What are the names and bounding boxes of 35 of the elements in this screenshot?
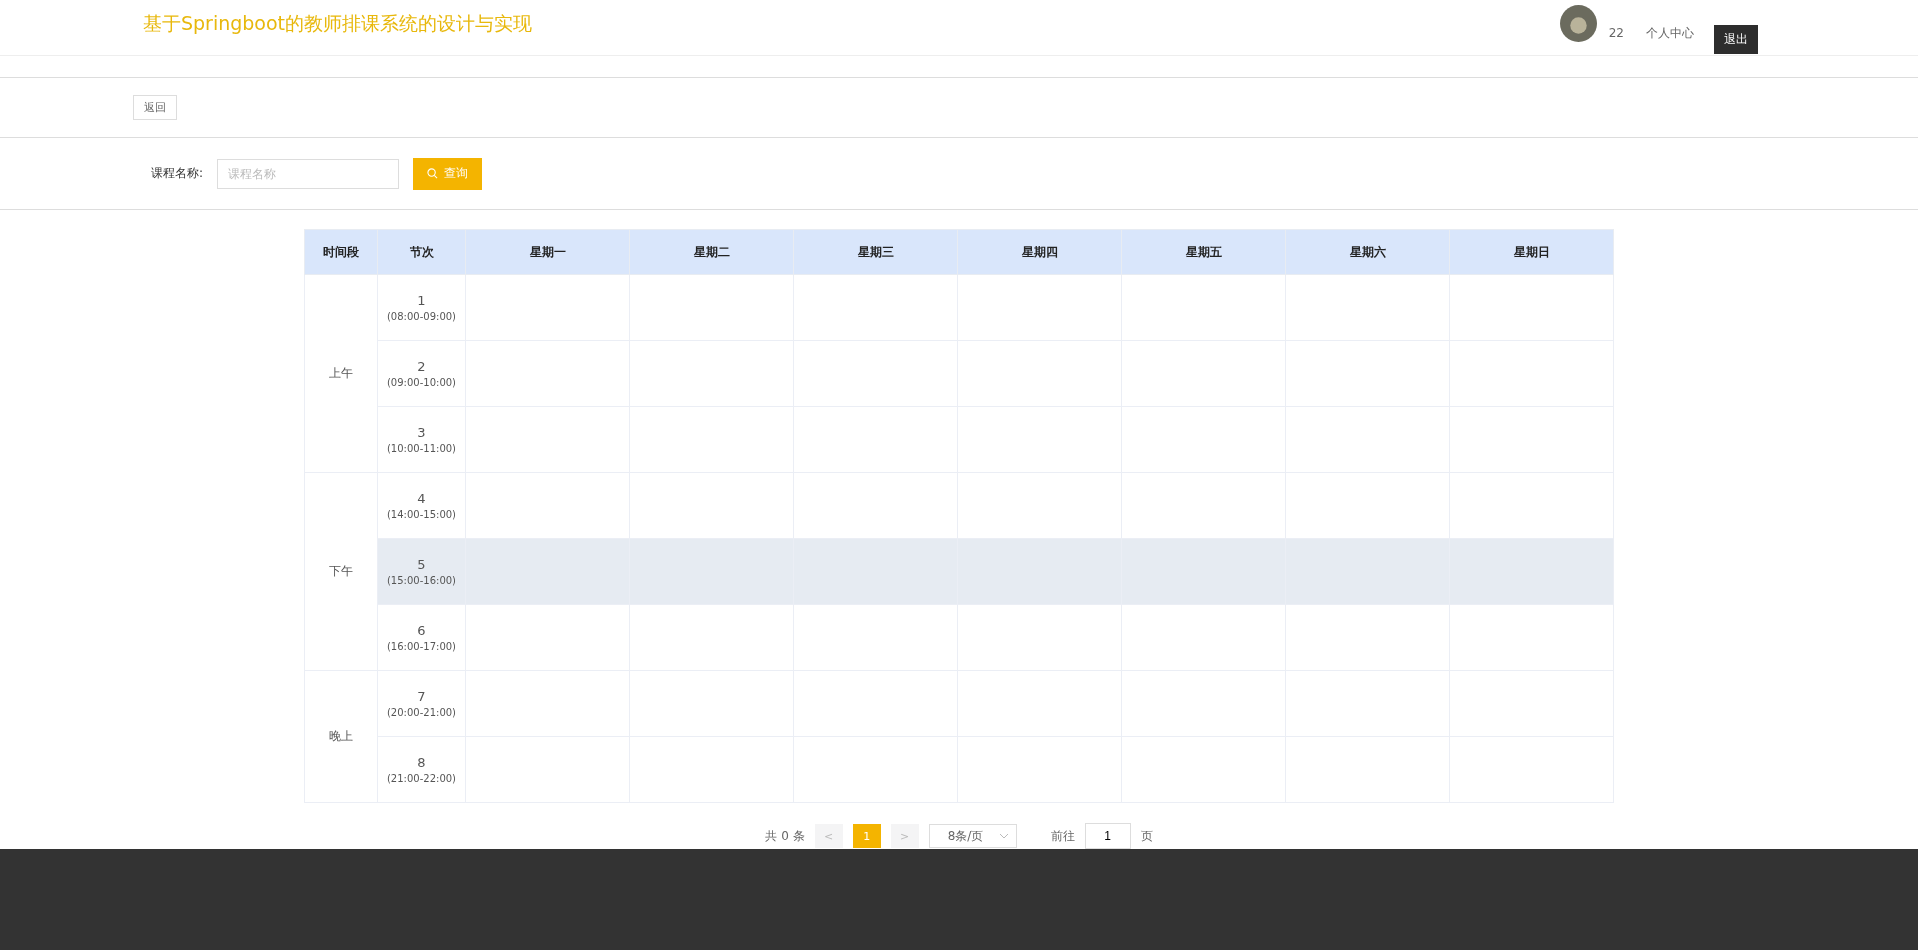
column-header: 节次 [377,229,466,275]
column-header: 星期日 [1449,229,1614,275]
chevron-down-icon [999,833,1008,839]
column-header: 时间段 [304,229,378,275]
column-header: 星期三 [793,229,958,275]
period-cell: 3 (10:00-11:00) [377,406,466,473]
avatar-icon [1559,4,1597,42]
page-suffix: 页 [1140,827,1153,845]
column-header: 星期一 [465,229,630,275]
period-cell: 4 (14:00-15:00) [377,472,466,539]
column-header: 星期六 [1285,229,1450,275]
period-cell: 1 (08:00-09:00) [377,274,466,341]
period-cell: 6 (16:00-17:00) [377,604,466,671]
time-of-day-cell: 上午 [304,274,378,473]
column-header: 星期四 [957,229,1122,275]
period-cell: 8 (21:00-22:00) [377,736,466,803]
search-icon [427,168,439,180]
site-title: 基于Springboot的教师排课系统的设计与实现 [143,11,534,37]
total-count: 共 0 条 [765,827,805,845]
page-size-select[interactable]: 8条/页 [928,824,1017,849]
goto-label: 前往 [1050,827,1075,845]
back-button[interactable]: 返回 [133,95,177,121]
course-name-label: 课程名称: [151,165,204,183]
column-header: 星期二 [629,229,794,275]
profile-link[interactable]: 个人中心 [1646,24,1694,42]
goto-page-field[interactable]: 1 [1084,823,1131,850]
course-name-field[interactable]: 课程名称 [217,158,400,189]
time-of-day-cell: 晚上 [304,670,378,803]
logout-button[interactable]: 退出 [1714,24,1758,54]
period-cell: 5 (15:00-16:00) [377,538,466,605]
period-cell: 7 (20:00-21:00) [377,670,466,737]
period-cell: 2 (09:00-10:00) [377,340,466,407]
username: 22 [1608,26,1624,41]
time-of-day-cell: 下午 [304,472,378,671]
column-header: 星期五 [1121,229,1286,275]
